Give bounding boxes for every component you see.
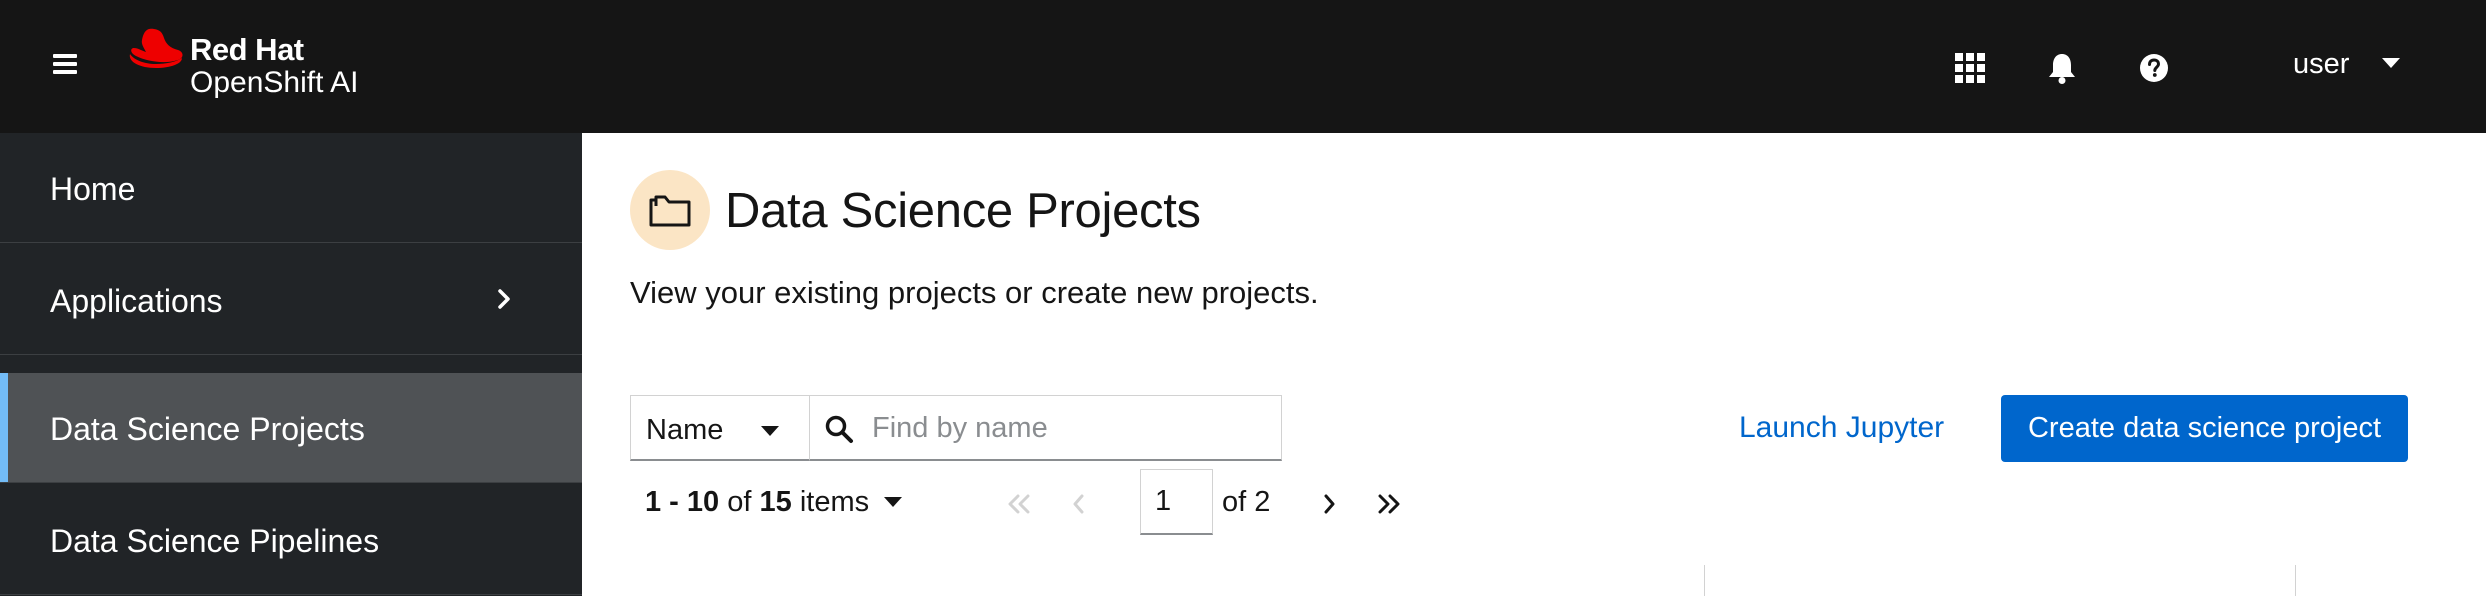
- table-column-divider: [2295, 565, 2296, 596]
- app-launcher-icon[interactable]: [1950, 48, 1990, 88]
- active-indicator: [0, 373, 8, 482]
- filter-attribute-select[interactable]: Name: [630, 395, 810, 461]
- search-box: [810, 395, 1282, 461]
- next-page-icon[interactable]: [1312, 487, 1346, 521]
- bell-icon[interactable]: [2042, 48, 2082, 88]
- pagination-range: 1 - 10: [645, 486, 720, 518]
- brand-logo[interactable]: Red Hat OpenShift AI: [126, 26, 406, 106]
- pagination-total: 15: [759, 486, 792, 518]
- main-content: Data Science Projects View your existing…: [582, 133, 2486, 596]
- page-title: Data Science Projects: [725, 184, 1201, 238]
- masthead: Red Hat OpenShift AI user: [0, 0, 2486, 133]
- page-number-input[interactable]: [1140, 469, 1213, 535]
- sidebar-item-home[interactable]: Home: [0, 133, 582, 243]
- product-name: OpenShift AI: [190, 66, 359, 99]
- sidebar-item-data-science-pipelines[interactable]: Data Science Pipelines: [0, 485, 582, 595]
- sidebar-item-applications[interactable]: Applications: [0, 245, 582, 355]
- pagination-of: of: [727, 486, 752, 518]
- page-description: View your existing projects or create ne…: [630, 275, 1319, 310]
- sidebar: Home Applications Data Science Projects …: [0, 133, 582, 596]
- caret-down-icon[interactable]: [884, 497, 902, 507]
- brand-name: Red Hat: [190, 32, 304, 67]
- last-page-icon[interactable]: [1372, 487, 1406, 521]
- red-hat-logo-icon: [129, 28, 183, 68]
- filter-attribute-label: Name: [646, 414, 724, 446]
- previous-page-icon[interactable]: [1062, 487, 1096, 521]
- help-icon[interactable]: [2134, 48, 2174, 88]
- launch-jupyter-button[interactable]: Launch Jupyter: [1739, 411, 1944, 445]
- folder-open-icon: [630, 170, 710, 250]
- caret-down-icon[interactable]: [2382, 58, 2400, 68]
- chevron-right-icon: [498, 289, 510, 309]
- sidebar-item-label: Data Science Pipelines: [50, 523, 380, 559]
- sidebar-item-label: Applications: [50, 283, 223, 319]
- pagination-summary[interactable]: 1 - 10 of 15 items: [645, 486, 869, 519]
- table-column-divider: [1704, 565, 1705, 596]
- menu-icon[interactable]: [48, 50, 82, 80]
- pagination-items-word: items: [799, 486, 870, 518]
- page-count: of 2: [1222, 486, 1271, 518]
- search-input[interactable]: [872, 406, 1272, 450]
- user-menu-label[interactable]: user: [2293, 48, 2349, 81]
- sidebar-item-label: Home: [50, 171, 136, 207]
- sidebar-item-label: Data Science Projects: [50, 411, 365, 447]
- sidebar-item-data-science-projects[interactable]: Data Science Projects: [0, 373, 582, 483]
- create-project-button[interactable]: Create data science project: [2001, 395, 2408, 462]
- first-page-icon[interactable]: [1002, 487, 1036, 521]
- caret-down-icon: [761, 426, 779, 436]
- search-icon: [825, 415, 853, 443]
